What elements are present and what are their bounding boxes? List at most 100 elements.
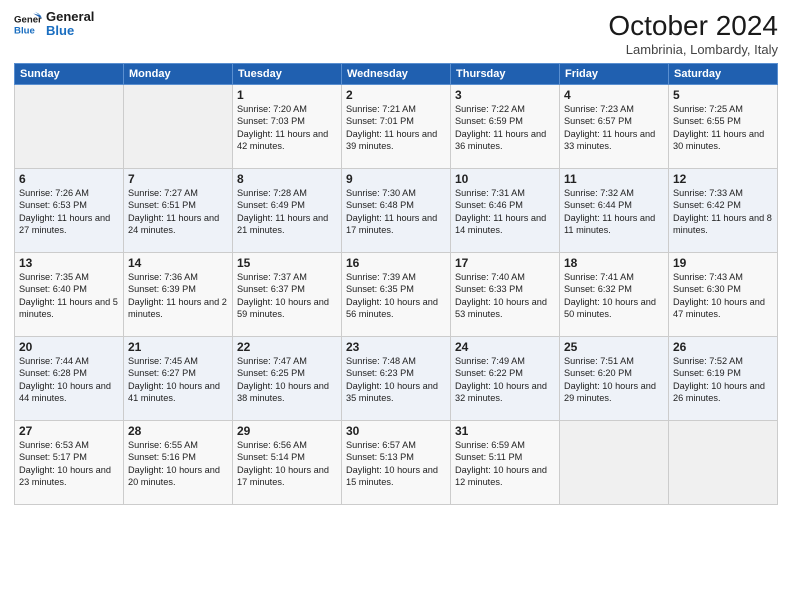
calendar-cell: 27Sunrise: 6:53 AM Sunset: 5:17 PM Dayli…: [15, 421, 124, 505]
cell-text: Sunrise: 7:31 AM Sunset: 6:46 PM Dayligh…: [455, 187, 555, 237]
calendar-cell: 15Sunrise: 7:37 AM Sunset: 6:37 PM Dayli…: [233, 253, 342, 337]
calendar-cell: 21Sunrise: 7:45 AM Sunset: 6:27 PM Dayli…: [124, 337, 233, 421]
calendar-cell: 13Sunrise: 7:35 AM Sunset: 6:40 PM Dayli…: [15, 253, 124, 337]
day-number: 3: [455, 88, 555, 102]
day-number: 17: [455, 256, 555, 270]
cell-text: Sunrise: 7:26 AM Sunset: 6:53 PM Dayligh…: [19, 187, 119, 237]
day-header-monday: Monday: [124, 64, 233, 85]
day-number: 22: [237, 340, 337, 354]
day-number: 24: [455, 340, 555, 354]
cell-text: Sunrise: 7:21 AM Sunset: 7:01 PM Dayligh…: [346, 103, 446, 153]
day-number: 21: [128, 340, 228, 354]
calendar-cell: 30Sunrise: 6:57 AM Sunset: 5:13 PM Dayli…: [342, 421, 451, 505]
svg-text:Blue: Blue: [14, 26, 35, 37]
calendar-cell: 6Sunrise: 7:26 AM Sunset: 6:53 PM Daylig…: [15, 169, 124, 253]
calendar: SundayMondayTuesdayWednesdayThursdayFrid…: [14, 63, 778, 505]
week-row: 13Sunrise: 7:35 AM Sunset: 6:40 PM Dayli…: [15, 253, 778, 337]
calendar-cell: 23Sunrise: 7:48 AM Sunset: 6:23 PM Dayli…: [342, 337, 451, 421]
day-number: 5: [673, 88, 773, 102]
calendar-cell: 17Sunrise: 7:40 AM Sunset: 6:33 PM Dayli…: [451, 253, 560, 337]
cell-text: Sunrise: 7:37 AM Sunset: 6:37 PM Dayligh…: [237, 271, 337, 321]
week-row: 20Sunrise: 7:44 AM Sunset: 6:28 PM Dayli…: [15, 337, 778, 421]
calendar-cell: 29Sunrise: 6:56 AM Sunset: 5:14 PM Dayli…: [233, 421, 342, 505]
day-number: 29: [237, 424, 337, 438]
cell-text: Sunrise: 7:43 AM Sunset: 6:30 PM Dayligh…: [673, 271, 773, 321]
calendar-cell: 26Sunrise: 7:52 AM Sunset: 6:19 PM Dayli…: [669, 337, 778, 421]
day-number: 31: [455, 424, 555, 438]
cell-text: Sunrise: 7:33 AM Sunset: 6:42 PM Dayligh…: [673, 187, 773, 237]
day-number: 9: [346, 172, 446, 186]
cell-text: Sunrise: 7:27 AM Sunset: 6:51 PM Dayligh…: [128, 187, 228, 237]
calendar-cell: 11Sunrise: 7:32 AM Sunset: 6:44 PM Dayli…: [560, 169, 669, 253]
cell-text: Sunrise: 7:23 AM Sunset: 6:57 PM Dayligh…: [564, 103, 664, 153]
day-header-thursday: Thursday: [451, 64, 560, 85]
day-number: 19: [673, 256, 773, 270]
cell-text: Sunrise: 7:35 AM Sunset: 6:40 PM Dayligh…: [19, 271, 119, 321]
calendar-cell: [560, 421, 669, 505]
cell-text: Sunrise: 7:25 AM Sunset: 6:55 PM Dayligh…: [673, 103, 773, 153]
week-row: 6Sunrise: 7:26 AM Sunset: 6:53 PM Daylig…: [15, 169, 778, 253]
week-row: 1Sunrise: 7:20 AM Sunset: 7:03 PM Daylig…: [15, 85, 778, 169]
calendar-cell: 9Sunrise: 7:30 AM Sunset: 6:48 PM Daylig…: [342, 169, 451, 253]
calendar-cell: 4Sunrise: 7:23 AM Sunset: 6:57 PM Daylig…: [560, 85, 669, 169]
calendar-cell: 14Sunrise: 7:36 AM Sunset: 6:39 PM Dayli…: [124, 253, 233, 337]
cell-text: Sunrise: 6:53 AM Sunset: 5:17 PM Dayligh…: [19, 439, 119, 489]
cell-text: Sunrise: 6:59 AM Sunset: 5:11 PM Dayligh…: [455, 439, 555, 489]
cell-text: Sunrise: 7:22 AM Sunset: 6:59 PM Dayligh…: [455, 103, 555, 153]
cell-text: Sunrise: 7:47 AM Sunset: 6:25 PM Dayligh…: [237, 355, 337, 405]
day-header-sunday: Sunday: [15, 64, 124, 85]
calendar-cell: 5Sunrise: 7:25 AM Sunset: 6:55 PM Daylig…: [669, 85, 778, 169]
day-number: 12: [673, 172, 773, 186]
calendar-cell: [124, 85, 233, 169]
day-number: 23: [346, 340, 446, 354]
day-header-saturday: Saturday: [669, 64, 778, 85]
calendar-cell: 7Sunrise: 7:27 AM Sunset: 6:51 PM Daylig…: [124, 169, 233, 253]
calendar-header: SundayMondayTuesdayWednesdayThursdayFrid…: [15, 64, 778, 85]
calendar-cell: 10Sunrise: 7:31 AM Sunset: 6:46 PM Dayli…: [451, 169, 560, 253]
week-row: 27Sunrise: 6:53 AM Sunset: 5:17 PM Dayli…: [15, 421, 778, 505]
cell-text: Sunrise: 7:45 AM Sunset: 6:27 PM Dayligh…: [128, 355, 228, 405]
day-number: 15: [237, 256, 337, 270]
cell-text: Sunrise: 7:52 AM Sunset: 6:19 PM Dayligh…: [673, 355, 773, 405]
day-header-wednesday: Wednesday: [342, 64, 451, 85]
logo: General Blue General Blue: [14, 10, 94, 39]
cell-text: Sunrise: 7:49 AM Sunset: 6:22 PM Dayligh…: [455, 355, 555, 405]
day-number: 11: [564, 172, 664, 186]
calendar-cell: 16Sunrise: 7:39 AM Sunset: 6:35 PM Dayli…: [342, 253, 451, 337]
cell-text: Sunrise: 7:41 AM Sunset: 6:32 PM Dayligh…: [564, 271, 664, 321]
calendar-cell: 31Sunrise: 6:59 AM Sunset: 5:11 PM Dayli…: [451, 421, 560, 505]
cell-text: Sunrise: 6:55 AM Sunset: 5:16 PM Dayligh…: [128, 439, 228, 489]
cell-text: Sunrise: 7:32 AM Sunset: 6:44 PM Dayligh…: [564, 187, 664, 237]
day-number: 28: [128, 424, 228, 438]
day-number: 26: [673, 340, 773, 354]
calendar-cell: 28Sunrise: 6:55 AM Sunset: 5:16 PM Dayli…: [124, 421, 233, 505]
day-number: 30: [346, 424, 446, 438]
day-number: 1: [237, 88, 337, 102]
day-number: 13: [19, 256, 119, 270]
cell-text: Sunrise: 7:51 AM Sunset: 6:20 PM Dayligh…: [564, 355, 664, 405]
calendar-cell: 1Sunrise: 7:20 AM Sunset: 7:03 PM Daylig…: [233, 85, 342, 169]
day-number: 16: [346, 256, 446, 270]
cell-text: Sunrise: 7:28 AM Sunset: 6:49 PM Dayligh…: [237, 187, 337, 237]
day-number: 2: [346, 88, 446, 102]
day-number: 8: [237, 172, 337, 186]
cell-text: Sunrise: 7:30 AM Sunset: 6:48 PM Dayligh…: [346, 187, 446, 237]
cell-text: Sunrise: 7:39 AM Sunset: 6:35 PM Dayligh…: [346, 271, 446, 321]
day-number: 4: [564, 88, 664, 102]
logo-line2: Blue: [46, 24, 94, 38]
calendar-cell: 3Sunrise: 7:22 AM Sunset: 6:59 PM Daylig…: [451, 85, 560, 169]
calendar-cell: [669, 421, 778, 505]
logo-line1: General: [46, 10, 94, 24]
cell-text: Sunrise: 7:44 AM Sunset: 6:28 PM Dayligh…: [19, 355, 119, 405]
day-number: 20: [19, 340, 119, 354]
day-number: 6: [19, 172, 119, 186]
calendar-cell: 24Sunrise: 7:49 AM Sunset: 6:22 PM Dayli…: [451, 337, 560, 421]
cell-text: Sunrise: 7:40 AM Sunset: 6:33 PM Dayligh…: [455, 271, 555, 321]
calendar-cell: [15, 85, 124, 169]
title-block: October 2024 Lambrinia, Lombardy, Italy: [608, 10, 778, 57]
day-number: 10: [455, 172, 555, 186]
calendar-cell: 20Sunrise: 7:44 AM Sunset: 6:28 PM Dayli…: [15, 337, 124, 421]
cell-text: Sunrise: 6:57 AM Sunset: 5:13 PM Dayligh…: [346, 439, 446, 489]
calendar-cell: 19Sunrise: 7:43 AM Sunset: 6:30 PM Dayli…: [669, 253, 778, 337]
cell-text: Sunrise: 7:36 AM Sunset: 6:39 PM Dayligh…: [128, 271, 228, 321]
